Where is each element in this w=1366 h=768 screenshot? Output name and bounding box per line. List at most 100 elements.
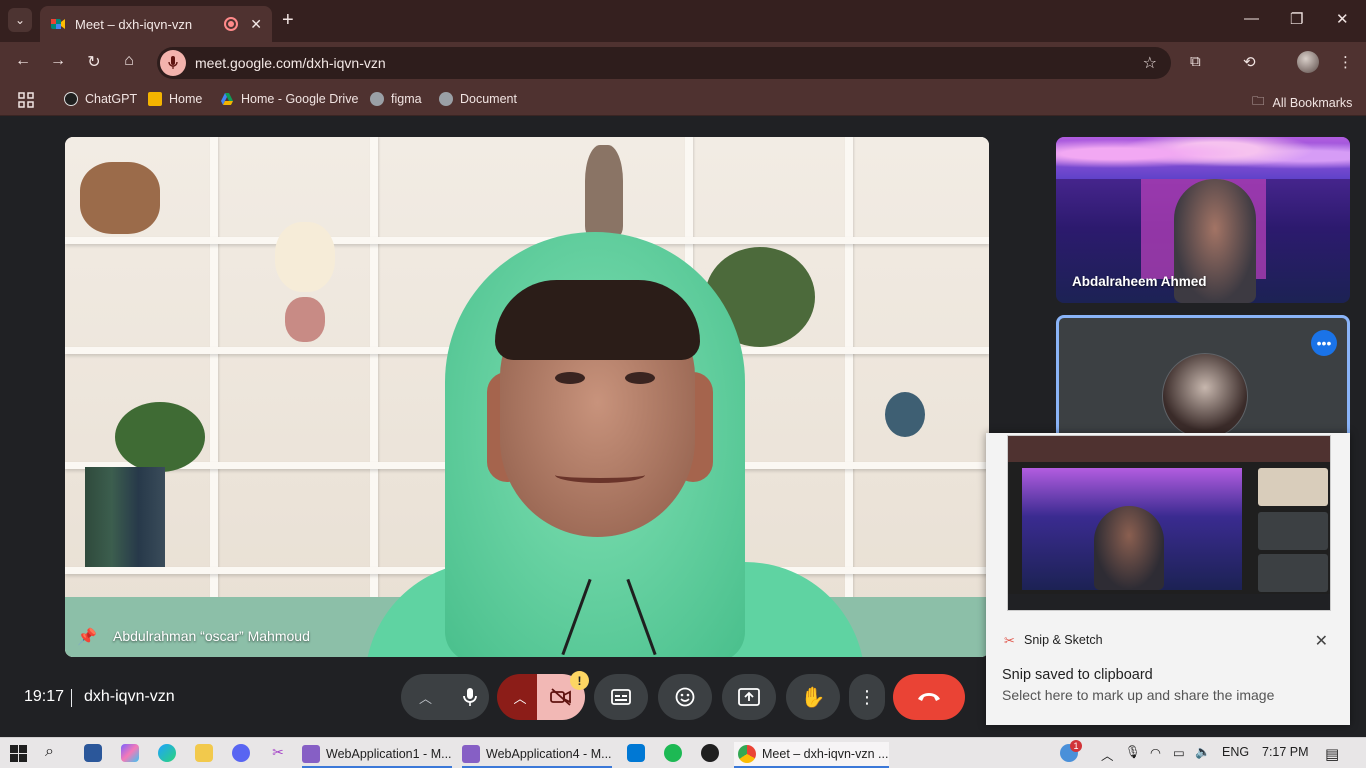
kebab-menu-icon[interactable]: ⋮ [1338, 53, 1353, 71]
taskbar-item-webapp1[interactable]: WebApplication1 - M... [302, 742, 457, 766]
edge-icon[interactable] [158, 744, 176, 762]
all-bookmarks[interactable]: 🗀 All Bookmarks [1252, 92, 1352, 113]
taskbar-item-label: WebApplication1 - M... [326, 747, 452, 761]
more-options-button[interactable]: ••• [1311, 330, 1337, 356]
volume-icon[interactable]: 🔈 [1195, 745, 1211, 760]
vscode-icon[interactable] [627, 744, 645, 762]
toast-subtitle: Select here to mark up and share the ima… [1002, 687, 1275, 703]
minimize-button[interactable]: — [1244, 10, 1259, 27]
decor-basket [80, 162, 160, 234]
home-button[interactable]: ⌂ [118, 52, 140, 70]
visual-studio-icon [302, 745, 320, 763]
action-center-icon[interactable]: ▤ [1325, 745, 1339, 763]
more-dots-icon: ••• [1316, 335, 1332, 351]
apps-grid-icon[interactable] [18, 92, 34, 108]
thumbnail-controls [1008, 594, 1330, 610]
word-icon[interactable] [84, 744, 102, 762]
participant-eye [555, 372, 585, 384]
close-tab-icon[interactable]: ✕ [250, 16, 262, 33]
leave-call-button[interactable] [893, 674, 965, 720]
chevron-down-icon: ⌄ [14, 13, 26, 27]
spotify-icon[interactable] [664, 744, 682, 762]
snip-notification[interactable]: ✂ Snip & Sketch ✕ Snip saved to clipboar… [986, 433, 1350, 725]
bookmark-google-drive[interactable]: Home - Google Drive [220, 92, 358, 106]
search-icon[interactable]: ⌕ [45, 743, 54, 761]
main-video-tile[interactable]: 📌 Abdulrahman “oscar” Mahmoud [65, 137, 989, 657]
chevron-up-icon[interactable]: ︿ [419, 688, 432, 707]
tray-mic-icon[interactable]: 🎙 [1125, 745, 1141, 760]
windows-start-icon[interactable] [10, 745, 27, 762]
home-icon: ⌂ [124, 52, 134, 69]
chrome-icon [738, 745, 756, 763]
new-tab-button[interactable]: + [282, 9, 294, 31]
present-button[interactable] [722, 674, 776, 720]
taskbar-item-chrome-meet[interactable]: Meet – dxh-iqvn-vzn ... [734, 742, 889, 766]
drive-icon [221, 93, 233, 105]
thumbnail-side-tile [1258, 468, 1328, 506]
notification-count-badge: 1 [1070, 740, 1082, 752]
discord-icon[interactable] [232, 744, 250, 762]
history-icon[interactable]: ⟲ [1243, 53, 1256, 71]
close-window-button[interactable]: ✕ [1336, 10, 1349, 28]
taskbar-item-webapp4[interactable]: WebApplication4 - M... [462, 742, 617, 766]
address-bar[interactable]: meet.google.com/dxh-iqvn-vzn ☆ [157, 47, 1171, 79]
mic-icon [463, 688, 477, 706]
bookmark-home[interactable]: Home [148, 92, 202, 106]
captions-button[interactable] [594, 674, 648, 720]
language-indicator[interactable]: ENG [1222, 745, 1249, 759]
raise-hand-button[interactable]: ✋ [786, 674, 840, 720]
arrow-left-icon: ← [15, 52, 31, 69]
clock[interactable]: 7:17 PM [1262, 745, 1309, 759]
globe-icon [439, 92, 453, 106]
shelf-divider [845, 137, 853, 657]
chatgpt-icon [64, 92, 78, 106]
kebab-menu-icon: ⋮ [858, 686, 876, 707]
copilot-icon[interactable] [121, 744, 139, 762]
tab-meet[interactable]: Meet – dxh-iqvn-vzn ✕ [40, 6, 272, 42]
tab-strip: ⌄ Meet – dxh-iqvn-vzn ✕ + — ❐ ✕ [0, 0, 1366, 42]
battery-icon[interactable]: ▭ [1173, 745, 1185, 760]
taskbar-item-label: Meet – dxh-iqvn-vzn ... [762, 747, 889, 761]
shelf-divider [370, 137, 378, 657]
reload-button[interactable]: ↻ [83, 52, 105, 72]
tab-title: Meet – dxh-iqvn-vzn [75, 16, 193, 32]
tab-search-button[interactable]: ⌄ [8, 8, 32, 32]
snipping-tool-icon[interactable]: ✂ [269, 744, 287, 762]
bookmark-label: Document [460, 92, 517, 106]
bookmark-chatgpt[interactable]: ChatGPT [64, 92, 137, 106]
chevron-up-icon: ︿ [513, 690, 527, 706]
side-video-tile[interactable]: Abdalraheem Ahmed [1056, 137, 1350, 303]
pin-icon[interactable]: 📌 [77, 627, 97, 647]
back-button[interactable]: ← [12, 52, 34, 70]
mic-in-use-icon[interactable] [160, 50, 186, 76]
wifi-icon[interactable]: ◠ [1150, 745, 1161, 760]
hand-icon: ✋ [800, 686, 826, 709]
obs-icon[interactable] [701, 744, 719, 762]
self-avatar [1162, 353, 1248, 439]
snip-thumbnail[interactable] [1007, 435, 1331, 611]
shelf-divider [210, 137, 218, 657]
file-explorer-icon[interactable] [195, 744, 213, 762]
emoji-icon [675, 687, 695, 707]
decor-vase [585, 145, 623, 235]
bookmark-figma[interactable]: figma [370, 92, 422, 106]
decor-lamp [275, 222, 335, 292]
present-screen-icon [738, 688, 760, 706]
extensions-icon[interactable]: ⧉ [1190, 53, 1201, 70]
microphone-control[interactable]: ︿ [401, 674, 489, 720]
meeting-code: dxh-iqvn-vzn [84, 688, 175, 705]
more-options-button[interactable]: ⋮ [849, 674, 885, 720]
side-participant-name: Abdalraheem Ahmed [1072, 274, 1207, 289]
ceiling-clouds [1056, 137, 1350, 179]
profile-avatar[interactable] [1297, 51, 1319, 73]
tray-chevron-icon[interactable]: ︿ [1101, 745, 1114, 764]
reactions-button[interactable] [658, 674, 712, 720]
bookmarks-bar: ChatGPT Home Home - Google Drive figma D… [0, 84, 1366, 116]
close-icon[interactable]: ✕ [1315, 631, 1328, 651]
toast-title: Snip saved to clipboard [1002, 667, 1153, 683]
windows-taskbar: ⌕ ✂ WebApplication1 - M... WebApplicatio… [0, 737, 1366, 768]
bookmark-star-icon[interactable]: ☆ [1143, 53, 1157, 73]
bookmark-document[interactable]: Document [439, 92, 517, 106]
forward-button[interactable]: → [47, 52, 69, 70]
restore-button[interactable]: ❐ [1290, 10, 1303, 28]
